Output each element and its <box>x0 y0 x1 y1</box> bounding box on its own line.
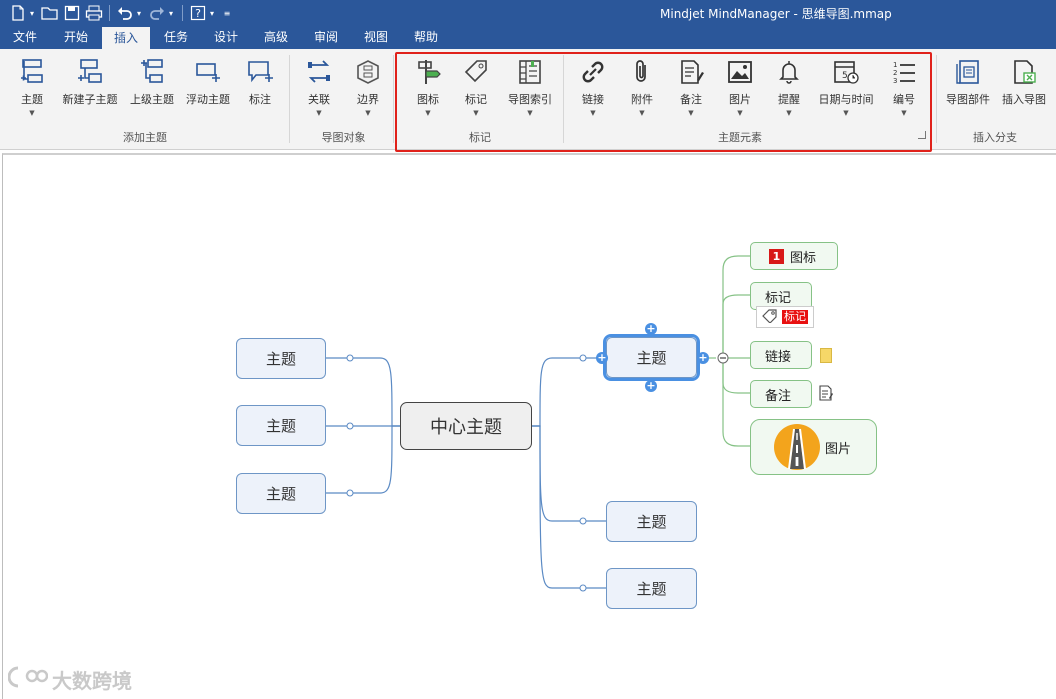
priority-1-icon: 1 <box>769 248 784 264</box>
left-topic-1[interactable]: 主题 <box>236 338 326 379</box>
watermark-text: 大数跨境 <box>52 669 132 693</box>
notes-icon[interactable] <box>818 385 834 404</box>
subtopic-notes[interactable]: 备注 <box>750 380 812 408</box>
selection-outline <box>603 334 700 381</box>
subtopic-image-label: 图片 <box>825 441 852 457</box>
right-topic-3[interactable]: 主题 <box>606 568 697 609</box>
tag-icon <box>762 308 778 326</box>
watermark-logo-icon <box>7 664 49 695</box>
add-handle-top[interactable]: + <box>645 323 657 335</box>
subtopic-link-label: 链接 <box>765 349 792 365</box>
map-connectors <box>326 255 750 592</box>
subtopic-link[interactable]: 链接 <box>750 341 812 369</box>
left-topic-2[interactable]: 主题 <box>236 405 326 446</box>
subtopic-notes-label: 备注 <box>765 388 792 404</box>
add-handle-right[interactable]: + <box>697 352 709 364</box>
right-topic-2[interactable]: 主题 <box>606 501 697 542</box>
left-topic-3[interactable]: 主题 <box>236 473 326 514</box>
subtopic-tag-label: 标记 <box>765 290 792 306</box>
tag-badge-text: 标记 <box>782 310 808 324</box>
subtopic-icon[interactable]: 1 图标 <box>750 242 838 270</box>
attachment-note-icon[interactable] <box>820 348 832 363</box>
subtopic-icon-label: 图标 <box>790 250 817 266</box>
road-image <box>773 423 821 471</box>
tag-badge: 标记 <box>756 306 814 328</box>
add-handle-left[interactable]: + <box>596 352 608 364</box>
subtopic-image[interactable]: 图片 <box>750 419 877 475</box>
add-handle-bottom[interactable]: + <box>645 380 657 392</box>
central-topic[interactable]: 中心主题 <box>400 402 532 450</box>
watermark: 大数跨境 <box>7 664 132 695</box>
